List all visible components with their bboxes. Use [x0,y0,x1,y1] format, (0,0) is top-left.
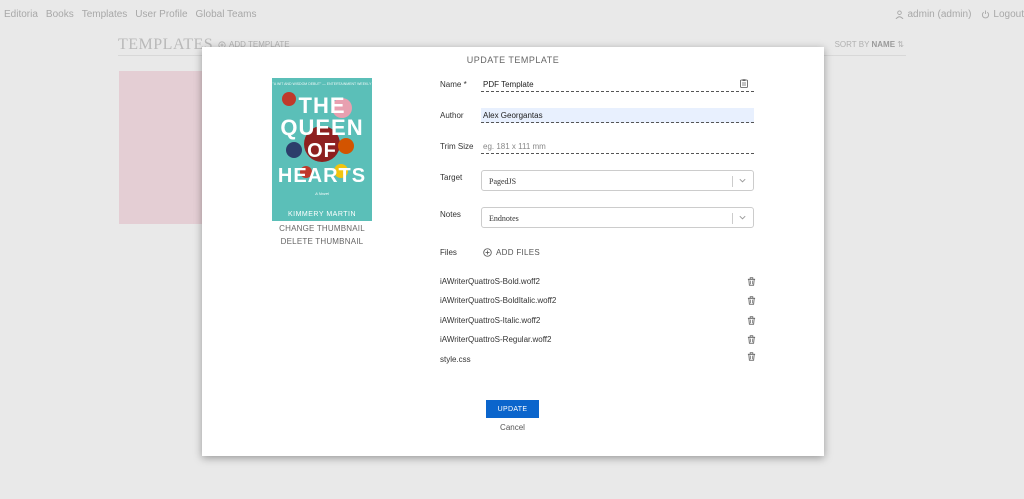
logout-link[interactable]: Logout [981,9,1024,20]
chevron-down-icon [739,215,746,220]
sort-label: SORT BY [834,40,870,49]
file-name: iAWriterQuattroS-Regular.woff2 [440,335,552,344]
trash-icon[interactable] [747,335,756,344]
target-select[interactable]: PagedJS [481,170,754,191]
name-value: PDF Template [483,80,534,89]
trash-icon[interactable] [747,296,756,305]
trash-icon[interactable] [747,352,756,361]
nav-templates[interactable]: Templates [82,9,128,20]
file-item: style.css [440,352,756,367]
user-account-link[interactable]: admin (admin) [895,9,971,20]
cover-title-line: QUEEN [280,115,364,140]
plus-circle-icon [483,248,492,257]
file-name: iAWriterQuattroS-Bold.woff2 [440,277,540,286]
power-icon [982,9,990,18]
top-navigation: Editoria Books Templates User Profile Gl… [0,0,1024,28]
nav-global-teams[interactable]: Global Teams [196,9,257,20]
notes-label: Notes [440,210,461,219]
trim-size-input[interactable]: eg. 181 x 111 mm [481,139,754,154]
select-separator [732,213,733,224]
update-template-modal: UPDATE TEMPLATE "A WIT AND WISDOM DEBUT"… [202,47,824,456]
nav-user-profile[interactable]: User Profile [135,9,187,20]
author-value: Alex Georgantas [483,111,543,120]
nav-books[interactable]: Books [46,9,74,20]
chevron-down-icon [739,178,746,183]
trash-icon[interactable] [747,316,756,325]
files-label: Files [440,248,457,257]
target-label: Target [440,173,463,182]
file-item: iAWriterQuattroS-Italic.woff2 [440,316,756,328]
delete-thumbnail-button[interactable]: DELETE THUMBNAIL [262,237,382,246]
change-thumbnail-button[interactable]: CHANGE THUMBNAIL [262,224,382,233]
update-button[interactable]: UPDATE [486,400,539,418]
template-thumbnail: "A WIT AND WISDOM DEBUT" — ENTERTAINMENT… [272,78,372,221]
clipboard-icon [740,79,748,88]
logout-label: Logout [993,8,1024,20]
cover-title-line: OF [307,140,337,162]
trash-icon[interactable] [747,277,756,286]
author-input[interactable]: Alex Georgantas [481,108,754,123]
cover-tagline: "A WIT AND WISDOM DEBUT" — ENTERTAINMENT… [272,82,372,86]
file-name: iAWriterQuattroS-BoldItalic.woff2 [440,296,557,305]
author-label: Author [440,111,464,120]
page-title: TEMPLATES [118,36,214,53]
template-card[interactable] [119,71,203,224]
modal-title: UPDATE TEMPLATE [466,55,560,65]
trim-size-label: Trim Size [440,142,474,151]
file-item: iAWriterQuattroS-Bold.woff2 [440,277,756,289]
add-files-button[interactable]: ADD FILES [483,248,540,257]
cancel-button[interactable]: Cancel [486,423,539,435]
user-name: admin (admin) [907,8,972,20]
file-item: iAWriterQuattroS-Regular.woff2 [440,335,756,347]
add-files-label: ADD FILES [496,248,541,257]
notes-select[interactable]: Endnotes [481,207,754,228]
nav-editoria[interactable]: Editoria [4,9,38,20]
file-name: style.css [440,355,471,364]
name-label: Name * [440,80,467,89]
file-name: iAWriterQuattroS-Italic.woff2 [440,316,541,325]
name-input[interactable]: PDF Template [481,77,754,92]
sort-value: NAME [871,40,896,49]
cover-subtitle: A Novel [315,191,329,196]
file-item: iAWriterQuattroS-BoldItalic.woff2 [440,296,756,308]
sort-control[interactable]: SORT BY NAME ⇅ [835,40,904,49]
target-value: PagedJS [489,177,517,186]
cover-title-line: HEARTS [277,165,367,187]
notes-value: Endnotes [489,214,519,223]
select-separator [732,176,733,187]
sort-toggle-icon: ⇅ [897,40,904,49]
user-menu: admin (admin) Logout [895,0,1024,28]
trim-size-placeholder: eg. 181 x 111 mm [483,142,546,151]
cover-author: KIMMERY MARTIN [287,211,357,218]
user-icon [896,9,904,19]
